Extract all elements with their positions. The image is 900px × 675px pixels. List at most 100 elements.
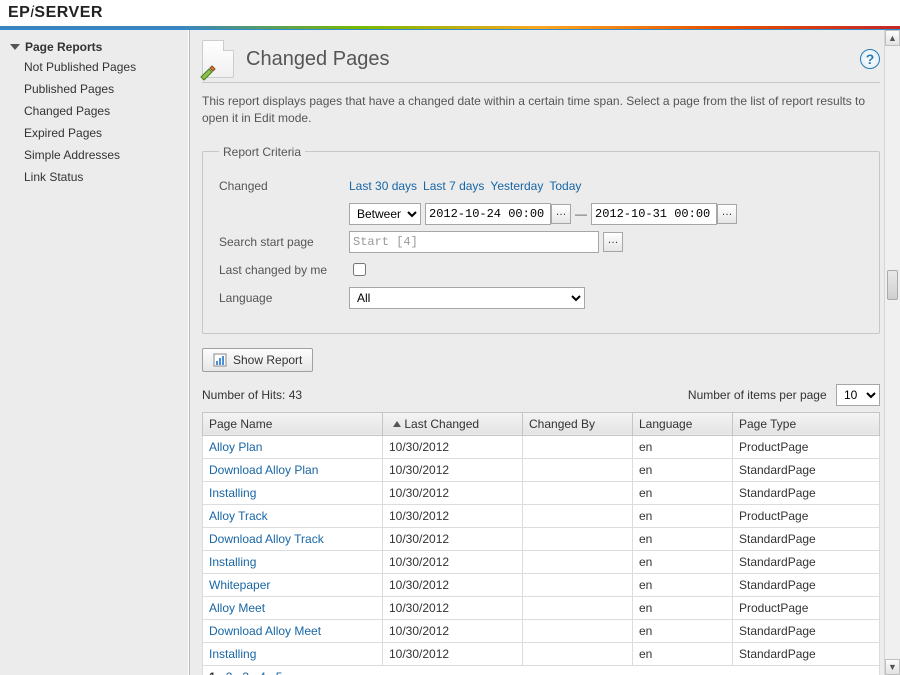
sidebar-item[interactable]: Published Pages (0, 78, 188, 100)
table-row: Download Alloy Meet 10/30/2012 enStandardP… (203, 619, 880, 642)
results-table: Page Name Last Changed Changed By Langua… (202, 412, 880, 666)
sidebar-item[interactable]: Expired Pages (0, 122, 188, 144)
separator (202, 82, 880, 83)
main-content: Changed Pages ? This report displays pag… (202, 40, 880, 675)
start-page-browse-icon[interactable]: … (603, 232, 623, 252)
report-icon (213, 353, 227, 367)
cell-language: en (633, 458, 733, 481)
date-from-input[interactable] (425, 203, 551, 225)
page-link[interactable]: Alloy Plan (209, 440, 262, 454)
quick-date-link[interactable]: Yesterday (490, 179, 543, 193)
page-link[interactable]: Installing (209, 555, 256, 569)
cell-page-type: StandardPage (733, 527, 880, 550)
sidebar-heading[interactable]: Page Reports (0, 38, 188, 56)
date-to-picker-icon[interactable]: … (717, 204, 737, 224)
sidebar-item[interactable]: Not Published Pages (0, 56, 188, 78)
page-link[interactable]: Whitepaper (209, 578, 270, 592)
page-title: Changed Pages (246, 48, 860, 71)
per-page-select[interactable]: 10 (836, 384, 880, 406)
col-page-type[interactable]: Page Type (733, 412, 880, 435)
quick-date-links: Last 30 days Last 7 days Yesterday Today (349, 179, 587, 193)
cell-language: en (633, 642, 733, 665)
quick-date-link[interactable]: Last 7 days (423, 179, 484, 193)
page-report-icon (202, 40, 234, 78)
page-link[interactable]: Installing (209, 647, 256, 661)
show-report-button[interactable]: Show Report (202, 348, 313, 372)
label-changed-by-me: Last changed by me (219, 263, 349, 277)
quick-date-link[interactable]: Last 30 days (349, 179, 417, 193)
cell-last-changed: 10/30/2012 (383, 596, 523, 619)
cell-last-changed: 10/30/2012 (383, 550, 523, 573)
language-select[interactable]: All (349, 287, 585, 309)
page-link[interactable]: Alloy Meet (209, 601, 265, 615)
help-icon[interactable]: ? (860, 49, 880, 69)
cell-language: en (633, 527, 733, 550)
col-changed-by[interactable]: Changed By (523, 412, 633, 435)
table-row: Whitepaper10/30/2012enStandardPage (203, 573, 880, 596)
brand-logo: EPiSERVER (0, 0, 900, 26)
cell-changed-by (523, 642, 633, 665)
table-row: Installing10/30/2012enStandardPage (203, 642, 880, 665)
page-link[interactable]: Download Alloy Plan (209, 463, 318, 477)
cell-page-type: StandardPage (733, 573, 880, 596)
pager-page[interactable]: 4 (259, 670, 266, 675)
per-page-label: Number of items per page (688, 388, 827, 402)
cell-language: en (633, 619, 733, 642)
sidebar-item[interactable]: Simple Addresses (0, 144, 188, 166)
cell-page-type: StandardPage (733, 619, 880, 642)
changed-by-me-checkbox[interactable] (353, 263, 366, 276)
col-page-name[interactable]: Page Name (203, 412, 383, 435)
cell-page-type: ProductPage (733, 504, 880, 527)
cell-changed-by (523, 504, 633, 527)
cell-last-changed: 10/30/2012 (383, 481, 523, 504)
label-changed: Changed (219, 179, 349, 193)
cell-last-changed: 10/30/2012 (383, 504, 523, 527)
cell-changed-by (523, 527, 633, 550)
range-separator: — (575, 207, 587, 221)
col-language[interactable]: Language (633, 412, 733, 435)
cell-changed-by (523, 619, 633, 642)
page-link[interactable]: Download Alloy Track (209, 532, 324, 546)
cell-changed-by (523, 481, 633, 504)
page-link[interactable]: Installing (209, 486, 256, 500)
sidebar-item[interactable]: Link Status (0, 166, 188, 188)
table-row: Alloy Meet10/30/2012enProductPage (203, 596, 880, 619)
scrollbar[interactable]: ▲ ▼ (884, 30, 900, 675)
pager-page[interactable]: 5 (276, 670, 283, 675)
cell-changed-by (523, 458, 633, 481)
range-mode-select[interactable]: Between (349, 203, 421, 225)
sidebar-heading-label: Page Reports (25, 40, 102, 54)
page-link[interactable]: Alloy Track (209, 509, 268, 523)
pager-page[interactable]: 3 (242, 670, 249, 675)
cell-page-type: StandardPage (733, 481, 880, 504)
cell-changed-by (523, 550, 633, 573)
sidebar: Page Reports Not Published PagesPublishe… (0, 30, 188, 675)
cell-last-changed: 10/30/2012 (383, 527, 523, 550)
scroll-thumb[interactable] (887, 270, 898, 300)
cell-language: en (633, 481, 733, 504)
pager: 12345 (202, 666, 880, 675)
cell-language: en (633, 435, 733, 458)
scroll-down-icon[interactable]: ▼ (885, 659, 900, 675)
date-to-input[interactable] (591, 203, 717, 225)
cell-page-type: ProductPage (733, 435, 880, 458)
sidebar-item[interactable]: Changed Pages (0, 100, 188, 122)
start-page-input[interactable] (349, 231, 599, 253)
table-row: Alloy Track10/30/2012enProductPage (203, 504, 880, 527)
cell-page-type: StandardPage (733, 550, 880, 573)
cell-language: en (633, 596, 733, 619)
cell-last-changed: 10/30/2012 (383, 619, 523, 642)
date-from-picker-icon[interactable]: … (551, 204, 571, 224)
quick-date-link[interactable]: Today (549, 179, 581, 193)
cell-page-type: StandardPage (733, 458, 880, 481)
pager-page[interactable]: 2 (226, 670, 233, 675)
scroll-up-icon[interactable]: ▲ (885, 30, 900, 46)
sort-asc-icon (393, 421, 401, 427)
col-last-changed[interactable]: Last Changed (383, 412, 523, 435)
report-criteria: Report Criteria Changed Last 30 daysLast… (202, 145, 880, 334)
table-row: Installing 10/30/2012 enStandardPage (203, 481, 880, 504)
show-report-label: Show Report (233, 353, 302, 367)
page-link[interactable]: Download Alloy Meet (209, 624, 321, 638)
table-row: Download Alloy Track 10/30/2012 enStandard… (203, 527, 880, 550)
cell-changed-by (523, 596, 633, 619)
